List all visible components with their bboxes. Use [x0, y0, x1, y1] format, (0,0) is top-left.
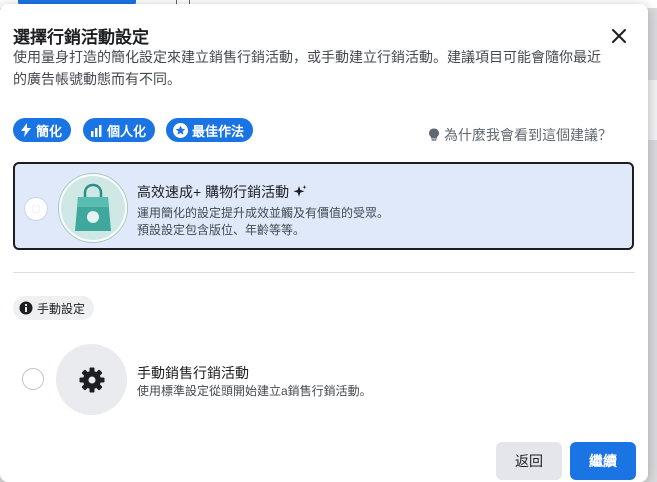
why-recommendation-link[interactable]: 為什麼我會看到這個建議？: [428, 125, 612, 145]
back-button[interactable]: 返回: [496, 442, 562, 480]
manual-description: 使用標準設定從頭開始建立a銷售行銷活動。: [137, 384, 372, 398]
star-icon: [173, 122, 188, 138]
dialog-title: 選擇行銷活動設定: [13, 28, 149, 47]
manual-radio[interactable]: [22, 368, 44, 390]
close-button[interactable]: [607, 24, 631, 48]
shopping-bag-graphic: [75, 183, 111, 231]
advantage-title: 高效速成+ 購物行銷活動: [137, 182, 307, 202]
advantage-desc-line1: 運用簡化的設定提升成效並觸及有價值的受眾。: [137, 206, 390, 220]
option-advantage-plus[interactable]: 高效速成+ 購物行銷活動 運用簡化的設定提升成效並觸及有價值的受眾。 預設設定包…: [13, 162, 634, 250]
manual-title: 手動銷售行銷活動: [137, 365, 249, 381]
chip-label: 個人化: [107, 123, 147, 139]
manual-option-icon: [56, 344, 127, 415]
advantage-title-text: 高效速成+ 購物行銷活動: [137, 184, 290, 200]
chip-personalized: 個人化: [83, 118, 156, 142]
dialog-subtitle: 使用量身打造的簡化設定來建立銷售行銷活動，或手動建立行銷活動。建議項目可能會隨你…: [13, 49, 601, 87]
lightning-icon: [21, 123, 31, 137]
close-icon: [612, 29, 626, 43]
chip-label: 簡化: [36, 123, 63, 139]
gear-icon: [79, 367, 104, 392]
continue-button[interactable]: 繼續: [570, 442, 636, 480]
manual-setup-label: 手動設定: [13, 296, 95, 320]
radio-selected-dot: [32, 205, 40, 213]
advantage-radio[interactable]: [25, 198, 47, 220]
advantage-description: 運用簡化的設定提升成效並觸及有價值的受眾。 預設設定包含版位、年齡等等。: [137, 205, 389, 239]
section-divider: [13, 272, 635, 273]
chip-label: 最佳作法: [192, 123, 245, 139]
manual-setup-label-text: 手動設定: [37, 301, 86, 316]
bar-chart-icon: [91, 124, 102, 137]
advantage-desc-line2: 預設設定包含版位、年齡等等。: [137, 223, 306, 237]
info-icon: [19, 301, 33, 315]
chip-best-practice: 最佳作法: [166, 118, 254, 142]
why-link-label: 為什麼我會看到這個建議？: [444, 127, 612, 143]
shopping-bag-icon: [59, 174, 127, 242]
chip-simplified: 簡化: [13, 118, 72, 142]
lightbulb-icon: [429, 128, 439, 141]
sparkle-icon: [293, 185, 307, 197]
campaign-setup-dialog: 選擇行銷活動設定 使用量身打造的簡化設定來建立銷售行銷活動，或手動建立行銷活動。…: [0, 4, 648, 482]
